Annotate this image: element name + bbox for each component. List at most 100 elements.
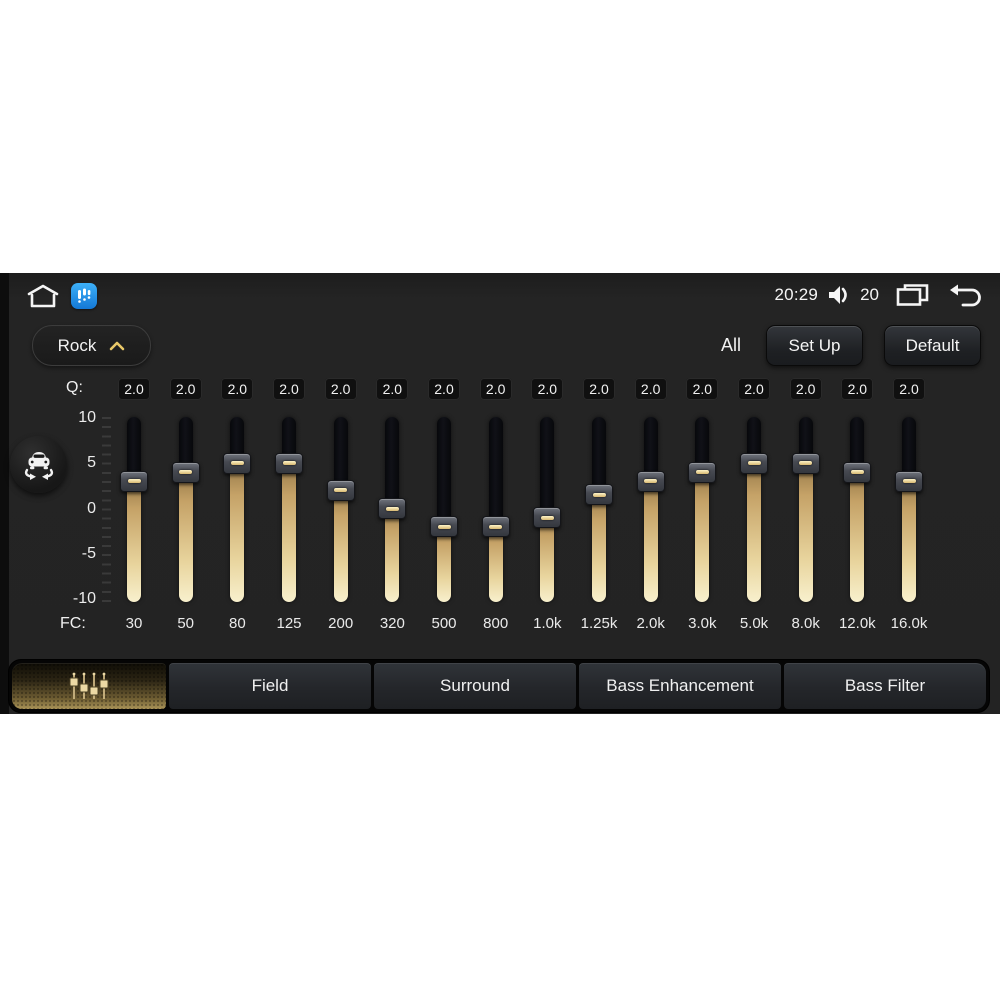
q-value-badge[interactable]: 2.0 xyxy=(376,378,409,400)
handle-grip-mark xyxy=(644,479,658,484)
handle-grip-mark xyxy=(902,479,916,484)
q-value-badge[interactable]: 2.0 xyxy=(221,378,254,400)
frequency-label: 200 xyxy=(328,615,354,632)
slider-gold-fill xyxy=(643,477,658,602)
slider-handle[interactable] xyxy=(378,498,407,519)
handle-grip-mark xyxy=(127,479,141,484)
gain-axis-label: 0 xyxy=(87,499,96,517)
eq-band-500: 2.0 500 xyxy=(418,273,470,714)
voice-app-icon xyxy=(75,287,93,305)
fc-row-label: FC: xyxy=(60,615,86,632)
q-value-badge[interactable]: 2.0 xyxy=(789,378,822,400)
slider-handle[interactable] xyxy=(895,470,923,492)
handle-grip-mark xyxy=(695,470,709,475)
q-value-badge[interactable]: 2.0 xyxy=(583,378,615,400)
handle-grip-mark xyxy=(179,470,193,475)
q-value-badge[interactable]: 2.0 xyxy=(841,378,874,400)
q-value-badge[interactable]: 2.0 xyxy=(324,378,357,400)
frequency-label: 2.0k xyxy=(636,615,665,632)
eq-band-80: 2.0 80 xyxy=(211,273,263,714)
slider-handle[interactable] xyxy=(636,470,665,492)
voice-app-button[interactable] xyxy=(71,283,97,309)
equalizer-sliders-icon xyxy=(69,672,109,699)
tab-equalizer[interactable] xyxy=(12,663,166,709)
bottom-tab-bar: Field Surround Bass Enhancement Bass Filter xyxy=(8,659,990,713)
handle-grip-mark xyxy=(437,524,451,529)
head-unit-screen: 20:29 20 Rock All Set Up Default Q: FC: … xyxy=(0,273,1000,714)
slider-gold-fill xyxy=(178,468,193,602)
frequency-label: 5.0k xyxy=(739,615,769,632)
eq-band-1.0k: 2.0 1.0k xyxy=(521,273,573,714)
tab-surround[interactable]: Surround xyxy=(374,663,576,709)
q-value-badge[interactable]: 2.0 xyxy=(428,378,460,400)
home-button[interactable] xyxy=(24,282,62,310)
slider-handle[interactable] xyxy=(481,516,510,538)
slider-handle[interactable] xyxy=(223,452,252,474)
frequency-label: 12.0k xyxy=(838,615,876,632)
eq-band-5.0k: 2.0 5.0k xyxy=(728,273,780,714)
slider-handle[interactable] xyxy=(533,507,562,529)
slider-handle[interactable] xyxy=(791,452,820,474)
tab-bass-enhancement[interactable]: Bass Enhancement xyxy=(579,663,781,709)
q-value-badge[interactable]: 2.0 xyxy=(738,378,770,400)
q-value-badge[interactable]: 2.0 xyxy=(686,378,719,400)
eq-band-50: 2.0 50 xyxy=(160,273,212,714)
gain-axis-label: -5 xyxy=(81,544,96,562)
slider-handle[interactable] xyxy=(275,452,303,474)
slider-gold-fill xyxy=(282,459,296,602)
slider-gold-fill xyxy=(127,477,141,602)
slider-handle[interactable] xyxy=(843,461,872,483)
tab-bass-filter[interactable]: Bass Filter xyxy=(784,663,986,709)
tab-label: Surround xyxy=(440,676,510,695)
tab-label: Bass Enhancement xyxy=(606,676,754,695)
eq-band-320: 2.0 320 xyxy=(366,273,418,714)
q-row-label: Q: xyxy=(66,379,83,396)
slider-handle[interactable] xyxy=(740,452,768,474)
home-icon xyxy=(24,282,62,310)
frequency-label: 16.0k xyxy=(890,615,928,632)
car-sound-field-icon xyxy=(19,445,59,485)
slider-handle[interactable] xyxy=(171,461,200,483)
handle-grip-mark xyxy=(385,506,399,511)
slider-handle[interactable] xyxy=(688,461,717,483)
slider-gold-fill xyxy=(230,459,245,602)
q-value-badge[interactable]: 2.0 xyxy=(273,378,305,400)
slider-gold-fill xyxy=(695,468,710,602)
sound-field-button[interactable] xyxy=(10,436,67,493)
left-bezel xyxy=(0,273,9,714)
frequency-label: 500 xyxy=(431,615,457,632)
q-value-badge[interactable]: 2.0 xyxy=(893,378,925,400)
frequency-label: 1.0k xyxy=(533,615,562,632)
slider-gold-fill xyxy=(850,468,865,602)
q-value-badge[interactable]: 2.0 xyxy=(531,378,564,400)
frequency-label: 3.0k xyxy=(688,615,717,632)
eq-band-8.0k: 2.0 8.0k xyxy=(780,273,832,714)
q-value-badge[interactable]: 2.0 xyxy=(479,378,512,400)
handle-grip-mark xyxy=(282,461,296,466)
slider-handle[interactable] xyxy=(585,484,613,506)
eq-band-16.0k: 2.0 16.0k xyxy=(883,273,935,714)
eq-band-200: 2.0 200 xyxy=(315,273,367,714)
slider-handle[interactable] xyxy=(430,516,458,538)
slider-gold-fill xyxy=(592,490,606,602)
back-button[interactable] xyxy=(948,282,984,308)
preset-label: Rock xyxy=(57,335,97,355)
slider-gold-fill xyxy=(747,459,761,602)
frequency-label: 8.0k xyxy=(791,615,820,632)
frequency-label: 1.25k xyxy=(580,615,618,632)
frequency-label: 30 xyxy=(125,615,143,632)
q-value-badge[interactable]: 2.0 xyxy=(118,378,150,400)
slider-gold-fill xyxy=(333,486,348,602)
eq-band-125: 2.0 125 xyxy=(263,273,315,714)
slider-handle[interactable] xyxy=(326,479,355,501)
handle-grip-mark xyxy=(799,461,813,466)
back-arrow-icon xyxy=(950,284,981,307)
q-value-badge[interactable]: 2.0 xyxy=(169,378,202,400)
tab-label: Bass Filter xyxy=(844,676,926,695)
q-value-badge[interactable]: 2.0 xyxy=(634,378,667,400)
frequency-label: 50 xyxy=(177,615,194,632)
handle-grip-mark xyxy=(230,461,244,466)
frequency-label: 125 xyxy=(276,615,302,632)
tab-field[interactable]: Field xyxy=(169,663,371,709)
slider-handle[interactable] xyxy=(120,470,148,492)
